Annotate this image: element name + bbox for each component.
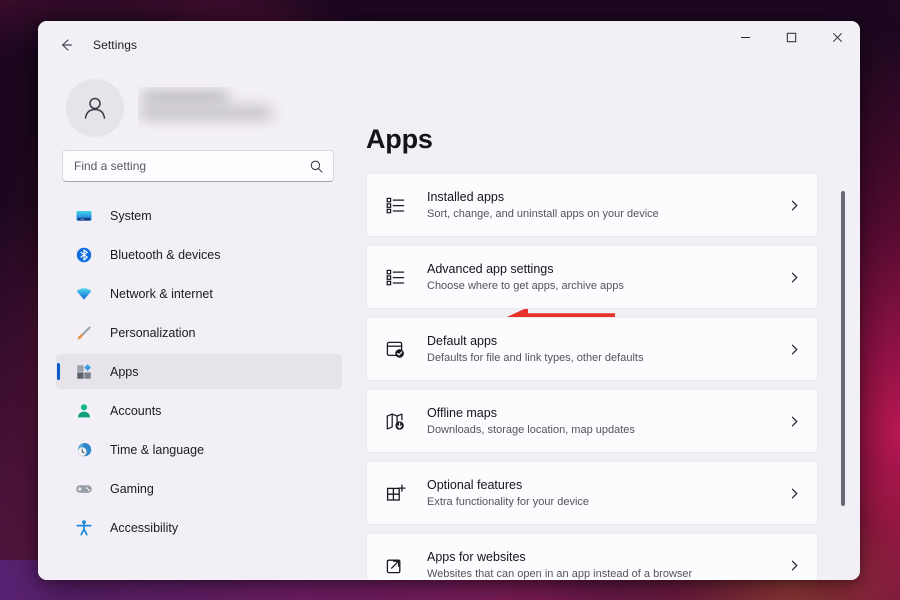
card-subtitle: Extra functionality for your device [427,495,590,508]
sidebar-item-label: Gaming [110,481,154,496]
card-title: Default apps [427,333,498,348]
card-subtitle: Websites that can open in an app instead… [427,567,693,580]
window-check-icon [383,337,407,361]
chevron-right-icon [788,271,801,284]
sidebar-item-system[interactable]: System [56,198,342,233]
sidebar-item-label: Accounts [110,403,162,418]
person-avatar-icon [84,97,106,119]
card-installed-apps[interactable]: Installed apps Sort, change, and uninsta… [366,173,818,327]
settings-window: Settings Find a setting System Bluetooth… [38,21,860,580]
window-controls [722,21,860,53]
desktop-wallpaper: Settings Find a setting System Bluetooth… [0,0,900,600]
card-subtitle: Defaults for file and link types, other … [427,351,644,364]
bluetooth-icon [74,245,94,265]
card-optional-features[interactable]: Optional features Extra functionality fo… [366,461,818,525]
card-offline-maps[interactable]: Offline maps Downloads, storage location… [366,389,818,453]
card-title: Offline maps [427,405,497,420]
sidebar-item-network-internet[interactable]: Network & internet [56,276,342,311]
page-title: Apps [366,124,433,154]
main-content: Apps Installed apps Sort, change, and un… [358,68,860,580]
chevron-right-icon [788,559,801,572]
card-title: Apps for websites [427,549,526,564]
card-text: Installed apps Sort, change, and uninsta… [427,189,788,222]
card-default-apps[interactable]: Default apps Defaults for file and link … [366,317,818,381]
card-subtitle: Downloads, storage location, map updates [427,423,635,436]
sidebar-item-time-language[interactable]: Time & language [56,432,342,467]
redaction-block-line2 [140,106,272,120]
sidebar-item-personalization[interactable]: Personalization [56,315,342,350]
map-download-icon [383,409,407,433]
content-scroll-thumb[interactable] [841,191,845,506]
back-button[interactable] [47,30,85,60]
sidebar-item-label: Accessibility [110,520,179,535]
sidebar-item-gaming[interactable]: Gaming [56,471,342,506]
apps-grid-icon [74,362,94,382]
window-body: System Bluetooth & devices [38,68,860,580]
card-title: Advanced app settings [427,261,554,276]
monitor-icon [74,206,94,226]
profile-section[interactable] [66,77,342,139]
sidebar-item-bluetooth-devices[interactable]: Bluetooth & devices [56,237,342,272]
minimize-icon [740,36,750,38]
window-title: Settings [93,37,138,52]
minimize-button[interactable] [722,21,768,53]
avatar [66,79,124,137]
close-icon [832,32,842,42]
maximize-button[interactable] [768,21,814,53]
card-text: Default apps Defaults for file and link … [427,333,788,366]
sidebar-item-accessibility[interactable]: Accessibility [56,510,342,545]
close-button[interactable] [814,21,860,53]
chevron-right-icon [788,343,801,356]
maximize-icon [786,32,796,42]
chevron-right-icon [788,487,801,500]
search-icon [309,159,324,174]
back-arrow-icon [62,38,72,51]
window-titlebar: Settings [38,21,860,68]
wifi-icon [74,284,94,304]
accessibility-icon [74,518,94,538]
sidebar-item-label: Personalization [110,325,196,340]
card-text: Apps for websites Websites that can open… [427,549,788,581]
account-person-icon [74,401,94,421]
sidebar: System Bluetooth & devices [38,68,358,580]
external-link-icon [383,553,407,577]
card-text: Advanced app settings Choose where to ge… [427,261,788,294]
sidebar-item-label: System [110,208,152,223]
list-settings-icon [383,265,407,289]
search-input[interactable] [74,159,309,173]
search-box[interactable] [62,150,334,182]
redaction-block-line1 [142,91,228,104]
sidebar-item-apps[interactable]: Apps [56,354,342,389]
chevron-right-icon [788,199,801,212]
settings-card-list: Installed apps Sort, change, and uninsta… [366,173,818,580]
content-scrollbar[interactable] [838,186,848,580]
card-title: Installed apps [427,189,505,204]
gamepad-icon [74,479,94,499]
sidebar-item-accounts[interactable]: Accounts [56,393,342,428]
grid-plus-icon [383,481,407,505]
card-apps-for-websites[interactable]: Apps for websites Websites that can open… [366,533,818,580]
sidebar-nav-list: System Bluetooth & devices Network & int… [54,198,342,545]
card-text: Offline maps Downloads, storage location… [427,405,788,438]
card-text: Optional features Extra functionality fo… [427,477,788,510]
card-subtitle: Choose where to get apps, archive apps [427,279,624,292]
card-subtitle: Sort, change, and uninstall apps on your… [427,207,659,220]
sidebar-item-label: Apps [110,364,139,379]
profile-name-redacted [138,87,286,129]
card-title: Optional features [427,477,523,492]
sidebar-item-label: Time & language [110,442,205,457]
card-advanced-app-settings[interactable]: Advanced app settings Choose where to ge… [366,245,818,309]
clock-globe-icon [74,440,94,460]
chevron-right-icon [788,415,801,428]
sidebar-item-label: Bluetooth & devices [110,247,221,262]
sidebar-item-label: Network & internet [110,286,213,301]
list-settings-icon [383,193,407,217]
paintbrush-icon [74,323,94,343]
